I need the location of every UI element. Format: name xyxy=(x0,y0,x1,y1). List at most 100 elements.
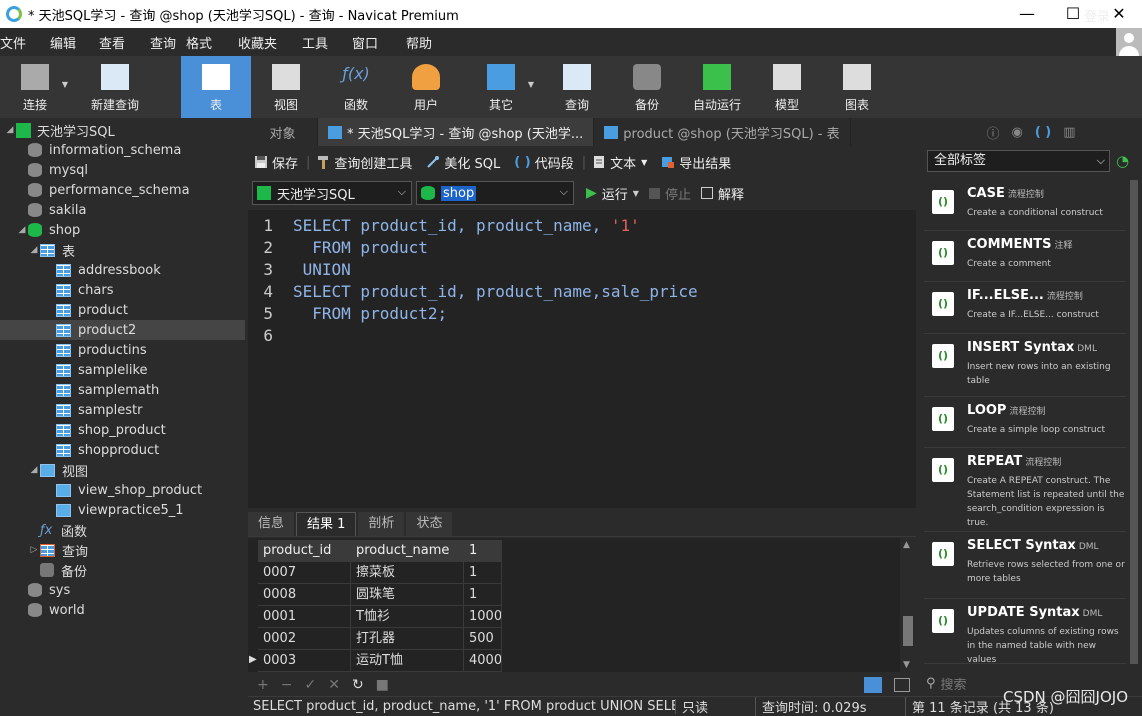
stop-button[interactable]: 停止 xyxy=(648,184,691,203)
toolbar-view-button[interactable]: 视图 xyxy=(251,56,321,118)
table-cell[interactable]: 0008 xyxy=(258,584,351,606)
tree-item[interactable]: sakila xyxy=(0,200,245,220)
tree-item[interactable]: ▷ 查询 xyxy=(0,540,245,560)
menu-item[interactable]: 帮助 xyxy=(406,33,444,52)
result-tab[interactable]: 结果 1 xyxy=(296,512,357,536)
tree-item[interactable]: world xyxy=(0,600,245,620)
toolbar-user-button[interactable]: 用户 xyxy=(391,56,461,118)
tree-item[interactable]: ◢ 视图 xyxy=(0,460,245,480)
toolbar-plug-button[interactable]: 连接 ▼ xyxy=(0,56,70,118)
login-button[interactable]: 登录 xyxy=(1084,6,1110,25)
column-header[interactable]: product_id xyxy=(258,540,351,562)
snippet-scrollbar-thumb[interactable] xyxy=(1130,180,1138,664)
add-row-icon[interactable]: + xyxy=(257,677,269,693)
query-builder-button[interactable]: 查询创建工具 xyxy=(316,153,412,172)
expand-arrow-icon[interactable]: ▷ xyxy=(28,545,40,555)
delete-row-icon[interactable]: − xyxy=(281,677,293,693)
toolbar-query-button[interactable]: 查询 xyxy=(542,56,612,118)
menu-item[interactable]: 查看 xyxy=(99,33,137,52)
minimize-button[interactable]: — xyxy=(1004,0,1050,28)
table-row[interactable]: 0008 圆珠笔 1 xyxy=(258,584,502,606)
column-header[interactable]: 1 xyxy=(464,540,502,562)
document-tab[interactable]: product @shop (天池学习SQL) - 表 xyxy=(594,118,851,146)
snippet-item[interactable]: () SELECT Syntax DML Retrieve rows selected… xyxy=(924,532,1126,599)
table-cell[interactable]: 运动T恤 xyxy=(351,650,464,672)
tree-item[interactable]: shop_product xyxy=(0,420,245,440)
snippet-filter-select[interactable]: 全部标签 ⌵ xyxy=(927,150,1110,172)
table-cell[interactable]: 0002 xyxy=(258,628,351,650)
eye-icon[interactable]: ◉ xyxy=(1011,125,1022,140)
tree-item[interactable]: chars xyxy=(0,280,245,300)
table-cell[interactable]: 500 xyxy=(464,628,502,650)
tree-item[interactable]: sys xyxy=(0,580,245,600)
tree-item[interactable]: samplelike xyxy=(0,360,245,380)
table-cell[interactable]: 4000 xyxy=(464,650,502,672)
snippet-item[interactable]: () UPDATE Syntax DML Updates columns of exi… xyxy=(924,599,1126,665)
user-avatar-icon[interactable] xyxy=(1116,28,1142,56)
table-cell[interactable]: 打孔器 xyxy=(351,628,464,650)
toolbar-chart-button[interactable]: 图表 xyxy=(822,56,892,118)
table-cell[interactable]: 1 xyxy=(464,562,502,584)
refresh-icon[interactable]: ↻ xyxy=(352,677,364,693)
tree-item[interactable]: product2 xyxy=(0,320,245,340)
text-button[interactable]: 文本 ▼ xyxy=(592,153,647,172)
menu-item[interactable]: 收藏夹 xyxy=(238,33,289,52)
toolbar-new-query-button[interactable]: 新建查询 xyxy=(80,56,150,118)
tree-item[interactable]: ◢ 天池学习SQL xyxy=(0,120,245,140)
table-cell[interactable]: 擦菜板 xyxy=(351,562,464,584)
snippet-item[interactable]: () CASE 流程控制 Create a conditional construct xyxy=(924,180,1126,231)
tree-item[interactable]: product xyxy=(0,300,245,320)
export-results-button[interactable]: 导出结果 xyxy=(661,153,731,172)
menu-item[interactable]: 查询 xyxy=(150,33,188,52)
explain-button[interactable]: 解释 xyxy=(700,184,744,203)
stop-query-icon[interactable]: ■ xyxy=(376,677,389,693)
grid-view-icon[interactable] xyxy=(864,677,882,693)
table-cell[interactable]: 0007 xyxy=(258,562,351,584)
tree-item[interactable]: viewpractice5_1 xyxy=(0,500,245,520)
table-cell[interactable]: T恤衫 xyxy=(351,606,464,628)
run-button[interactable]: ▶ 运行 ▼ xyxy=(586,184,639,203)
table-cell[interactable]: 圆珠笔 xyxy=(351,584,464,606)
toolbar-backup-button[interactable]: 备份 xyxy=(612,56,682,118)
result-tab[interactable]: 剖析 xyxy=(358,512,405,536)
tree-item[interactable]: productins xyxy=(0,340,245,360)
toolbar-tools-button[interactable]: 其它 ▼ xyxy=(466,56,536,118)
save-button[interactable]: 保存 xyxy=(254,153,298,172)
database-select[interactable]: shop ⌵ xyxy=(416,181,574,205)
table-cell[interactable]: 0001 xyxy=(258,606,351,628)
menu-item[interactable]: 格式 xyxy=(186,33,224,52)
snippet-item[interactable]: () COMMENTS 注释 Create a comment xyxy=(924,231,1126,282)
tree-item[interactable]: 备份 xyxy=(0,560,245,580)
tree-item[interactable]: samplemath xyxy=(0,380,245,400)
grid-scrollbar-thumb[interactable] xyxy=(903,616,913,646)
table-row[interactable]: 0003 运动T恤 4000 xyxy=(258,650,502,672)
menu-item[interactable]: 文件 xyxy=(0,33,38,52)
tree-item[interactable]: mysql xyxy=(0,160,245,180)
result-tab[interactable]: 状态 xyxy=(406,512,453,536)
result-grid[interactable]: product_id product_name 1 0007 擦菜板 1 0008 圆珠笔 1 0… xyxy=(248,538,916,672)
tree-item[interactable]: ◢ 表 xyxy=(0,240,245,260)
info-icon[interactable]: ⓘ xyxy=(986,123,999,142)
column-header[interactable]: product_name xyxy=(351,540,464,562)
connection-select[interactable]: 天池学习SQL ⌵ xyxy=(252,181,412,205)
sql-editor[interactable]: 1 SELECT product_id, product_name, '1' 2 F… xyxy=(248,210,916,508)
tree-item[interactable]: ƒx 函数 xyxy=(0,520,245,540)
menu-item[interactable]: 编辑 xyxy=(50,33,88,52)
expand-arrow-icon[interactable]: ◢ xyxy=(28,465,40,475)
menu-item[interactable]: 窗口 xyxy=(352,33,390,52)
form-view-icon[interactable] xyxy=(894,678,910,692)
toolbar-function-button[interactable]: ƒ(x) 函数 xyxy=(321,56,391,118)
snippet-item[interactable]: () LOOP 流程控制 Create a simple loop construct xyxy=(924,397,1126,448)
expand-arrow-icon[interactable]: ◢ xyxy=(16,225,28,235)
code-snippet-button[interactable]: ( ) 代码段 xyxy=(514,153,573,172)
snippet-item[interactable]: () INSERT Syntax DML Insert new rows into a… xyxy=(924,334,1126,397)
apply-icon[interactable]: ✓ xyxy=(304,677,316,693)
table-cell[interactable]: 1 xyxy=(464,584,502,606)
expand-arrow-icon[interactable]: ◢ xyxy=(4,125,16,135)
beautify-sql-button[interactable]: 美化 SQL xyxy=(426,153,500,172)
document-tab[interactable]: * 天池SQL学习 - 查询 @shop (天池学... xyxy=(318,118,595,146)
grid-icon[interactable]: ▥ xyxy=(1063,125,1075,140)
scroll-down-icon[interactable]: ▼ xyxy=(903,660,910,670)
menu-item[interactable]: 工具 xyxy=(302,33,340,52)
table-cell[interactable]: 0003 xyxy=(258,650,351,672)
